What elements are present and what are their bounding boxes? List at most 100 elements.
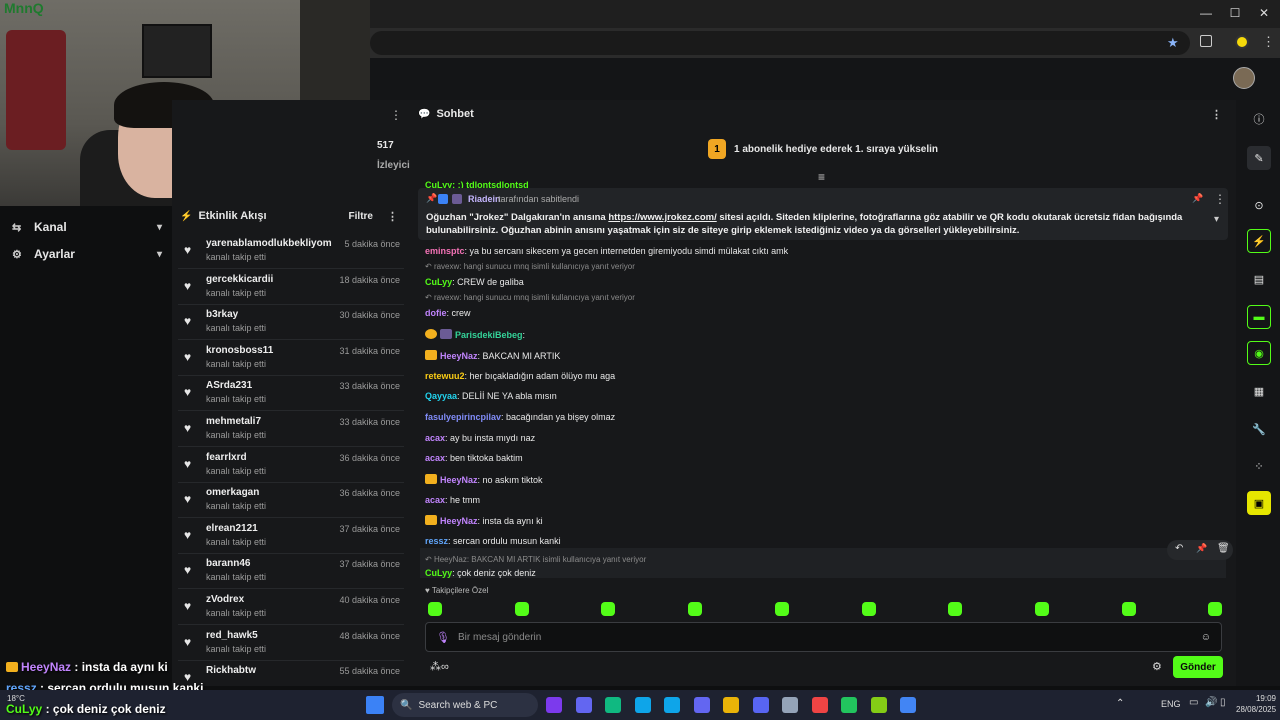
chat-username[interactable]: CuLyy: [425, 277, 452, 287]
delete-icon[interactable]: 🗑: [1217, 543, 1230, 554]
taskbar-search[interactable]: 🔍 Search web & PC: [392, 693, 538, 717]
document-icon[interactable]: ▤: [1250, 270, 1268, 288]
chat-username[interactable]: acax: [425, 433, 445, 443]
chat-username[interactable]: Qayyaa: [425, 391, 457, 401]
chat-username[interactable]: CuLyy: [425, 568, 452, 578]
chat-username[interactable]: retewuu2: [425, 371, 465, 381]
edit-icon[interactable]: ✎: [1247, 146, 1271, 170]
spotify-icon[interactable]: [841, 697, 857, 713]
chat-username[interactable]: HeeyNaz: [440, 475, 478, 485]
discord-icon[interactable]: [752, 697, 769, 713]
user-avatar[interactable]: [1233, 67, 1255, 89]
feed-row[interactable]: ♥ ASrda231 kanalı takip etti 33 dakika önce: [178, 376, 404, 412]
emote-icon[interactable]: [1121, 602, 1136, 616]
maximize-button[interactable]: ☐: [1225, 6, 1245, 20]
emote-icon[interactable]: [1208, 602, 1223, 616]
file-explorer-icon[interactable]: [723, 697, 739, 713]
outlook-icon[interactable]: [634, 697, 651, 713]
pinned-menu-icon[interactable]: ⋮: [1214, 192, 1226, 206]
language-indicator[interactable]: ENG: [1161, 699, 1181, 709]
chrome-icon[interactable]: [900, 697, 916, 713]
chat-username[interactable]: ParisdekiBebeg: [455, 330, 523, 340]
feed-row[interactable]: ♥ omerkagan kanalı takip etti 36 dakika önc…: [178, 483, 404, 519]
feed-row[interactable]: ♥ kronosboss11 kanalı takip etti 31 dakika …: [178, 341, 404, 376]
emoji-icon[interactable]: ☺: [1201, 632, 1211, 643]
chat-username[interactable]: acax: [425, 453, 445, 463]
pinned-link[interactable]: https://www.jrokez.com/: [608, 212, 716, 223]
sidebar-item-ayarlar[interactable]: ⚙ Ayarlar ▾: [12, 243, 162, 265]
windows-start-icon[interactable]: [366, 696, 384, 714]
volume-icon[interactable]: 🔊: [1205, 697, 1217, 708]
emote-icon[interactable]: [601, 602, 616, 616]
teams-icon[interactable]: [693, 697, 710, 713]
broadcast-icon[interactable]: ◉: [1247, 341, 1271, 365]
chat-username[interactable]: eminsptc: [425, 246, 465, 256]
edge-ai-icon[interactable]: [575, 697, 592, 713]
emote-icon[interactable]: [514, 602, 529, 616]
feed-row[interactable]: ♥ b3rkay kanalı takip etti 30 dakika önce: [178, 305, 404, 341]
opera-icon[interactable]: [811, 697, 828, 713]
emote-icon[interactable]: [688, 602, 703, 616]
chevron-down-icon[interactable]: ▾: [1214, 214, 1219, 225]
edge-icon[interactable]: [664, 697, 680, 713]
sidebar-item-kanal[interactable]: ⇆ Kanal ▾: [12, 216, 162, 238]
profile-icon[interactable]: [1235, 35, 1249, 49]
mic-icon[interactable]: 🎙: [436, 631, 450, 644]
close-button[interactable]: ✕: [1254, 6, 1274, 20]
clip-icon[interactable]: ▣: [1247, 491, 1271, 515]
store-icon[interactable]: [605, 697, 621, 713]
feed-row[interactable]: ♥ elrean2121 kanalı takip etti 37 dakika ön…: [178, 519, 404, 554]
chat-menu-icon[interactable]: ⋮: [1211, 108, 1222, 121]
feed-menu-icon[interactable]: ⋮: [387, 210, 398, 223]
copilot-icon[interactable]: [546, 697, 562, 713]
emote-icon[interactable]: [861, 602, 876, 616]
chat-username[interactable]: dofie: [425, 308, 447, 318]
chat-settings-icon[interactable]: ⚙: [1152, 660, 1162, 673]
chat-input[interactable]: 🎙 Bir mesaj gönderin ☺: [425, 622, 1222, 652]
reply-context[interactable]: ↶ ravexw: hangi sunucu mnq isimli kullan…: [425, 262, 635, 271]
chat-username[interactable]: acax: [425, 495, 445, 505]
chat-icon[interactable]: ▬: [1247, 305, 1271, 329]
tray-chevron-icon[interactable]: ⌃: [1116, 698, 1124, 709]
info-icon[interactable]: ⓘ: [1250, 110, 1268, 128]
bookmark-star-icon[interactable]: ★: [1167, 35, 1179, 51]
feed-row[interactable]: ♥ red_hawk5 kanalı takip etti 48 dakika önc…: [178, 626, 404, 661]
clock[interactable]: 19:09 28/08/2025: [1236, 693, 1276, 715]
reply-context[interactable]: ↶ HeeyNaz: BAKCAN MI ARTIK isimli kullan…: [425, 555, 646, 564]
emote-icon[interactable]: [428, 602, 442, 616]
feed-row[interactable]: ♥ yarenablamodlukbekliyom kanalı takip ett…: [178, 234, 404, 269]
feed-row[interactable]: ♥ gercekkicardii kanalı takip etti 18 dakik…: [178, 270, 404, 305]
filter-button[interactable]: Filtre: [349, 211, 373, 222]
feed-row[interactable]: ♥ barann46 kanalı takip etti 37 dakika önce: [178, 554, 404, 590]
wrench-icon[interactable]: 🔧: [1250, 420, 1268, 438]
feed-row[interactable]: ♥ zVodrex kanalı takip etti 40 dakika önce: [178, 590, 404, 625]
gift-leaderboard-banner[interactable]: 1 1 abonelik hediye ederek 1. sıraya yük…: [410, 136, 1236, 162]
steam-icon[interactable]: [782, 697, 798, 713]
browser-menu-icon[interactable]: ⋮: [1262, 34, 1275, 50]
pin-action-icon[interactable]: 📌: [1196, 543, 1207, 554]
reply-context[interactable]: ↶ ravexw: hangi sunucu mnq isimli kullan…: [425, 293, 635, 302]
network-icon[interactable]: ▭: [1189, 697, 1198, 708]
minimize-button[interactable]: —: [1196, 6, 1216, 20]
chat-username[interactable]: HeeyNaz: [440, 351, 478, 361]
chat-username[interactable]: ressz: [425, 536, 448, 546]
layout-icon[interactable]: ▦: [1250, 382, 1268, 400]
share-icon[interactable]: ⁘: [1250, 457, 1268, 475]
feed-row[interactable]: ♥ mehmetali7 kanalı takip etti 33 dakika ön…: [178, 412, 404, 447]
chat-username[interactable]: HeeyNaz: [440, 516, 478, 526]
chat-username[interactable]: fasulyepirincpilav: [425, 412, 501, 422]
minecraft-icon[interactable]: [870, 697, 887, 713]
address-input[interactable]: [370, 31, 1190, 55]
stats-menu-icon[interactable]: ⋮: [390, 108, 402, 122]
unpin-icon[interactable]: 📌: [1192, 193, 1203, 204]
extensions-icon[interactable]: [1200, 35, 1212, 47]
kick-points-icon[interactable]: ⁂∞: [430, 660, 449, 673]
feed-row[interactable]: ♥ fearrlxrd kanalı takip etti 36 dakika önc…: [178, 448, 404, 483]
send-button[interactable]: Gönder: [1173, 656, 1223, 678]
emote-icon[interactable]: [948, 602, 963, 616]
battery-icon[interactable]: ▯: [1220, 697, 1226, 708]
lightning-icon[interactable]: ⚡: [1247, 229, 1271, 253]
target-icon[interactable]: ⊙: [1250, 196, 1268, 214]
reply-icon[interactable]: ↶: [1175, 543, 1183, 554]
emote-icon[interactable]: [774, 602, 789, 616]
